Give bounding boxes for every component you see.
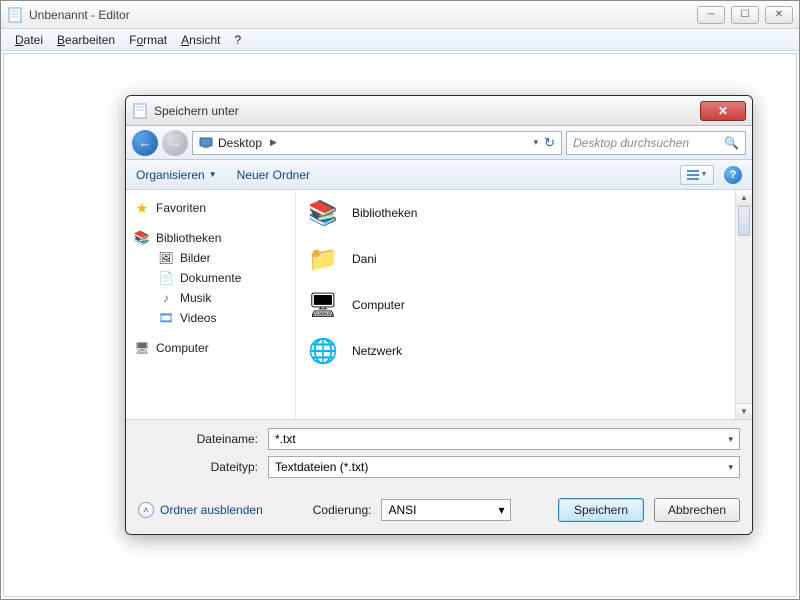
- scroll-down-button[interactable]: ▼: [736, 403, 752, 419]
- save-button[interactable]: Speichern: [558, 498, 644, 522]
- search-icon: 🔍: [724, 136, 739, 150]
- nav-musik[interactable]: ♪Musik: [130, 288, 291, 308]
- dialog-body: ★Favoriten 📚Bibliotheken 🖼Bilder 📄Dokume…: [126, 190, 752, 420]
- minimize-button[interactable]: ─: [697, 6, 725, 24]
- libraries-icon: 📚: [306, 196, 340, 230]
- nav-bilder[interactable]: 🖼Bilder: [130, 248, 291, 268]
- dialog-title: Speichern unter: [154, 104, 700, 118]
- toolbar: Organisieren ▼ Neuer Ordner ▼ ?: [126, 160, 752, 190]
- view-button[interactable]: ▼: [680, 165, 714, 185]
- scrollbar-vertical[interactable]: ▲ ▼: [735, 190, 752, 419]
- desktop-crumb[interactable]: Desktop: [195, 136, 266, 150]
- chevron-down-icon[interactable]: ▾: [534, 137, 539, 148]
- network-icon: 🌐: [306, 334, 340, 368]
- forward-button[interactable]: →: [162, 130, 188, 156]
- nav-videos[interactable]: 🎞Videos: [130, 308, 291, 328]
- new-folder-button[interactable]: Neuer Ordner: [237, 168, 310, 182]
- file-fields: Dateiname: *.txt ▾ Dateityp: Textdateien…: [126, 420, 752, 488]
- content-pane[interactable]: 📚 Bibliotheken 📁 Dani 🖥 Computer 🌐 Netzw…: [296, 190, 752, 419]
- chevron-down-icon[interactable]: ▾: [728, 434, 733, 445]
- address-bar[interactable]: Desktop ▶ ▾ ↻: [192, 131, 562, 155]
- scroll-thumb[interactable]: [738, 206, 750, 236]
- titlebar: Unbenannt - Editor ─ ☐ ✕: [1, 1, 799, 29]
- dialog-titlebar: Speichern unter ✕: [126, 96, 752, 126]
- filename-input[interactable]: *.txt ▾: [268, 428, 740, 450]
- chevron-right-icon[interactable]: ▶: [270, 137, 277, 148]
- nav-libraries[interactable]: 📚Bibliotheken: [130, 228, 291, 248]
- cancel-button[interactable]: Abbrechen: [654, 498, 740, 522]
- nav-dokumente[interactable]: 📄Dokumente: [130, 268, 291, 288]
- hide-folders-link[interactable]: ˄ Ordner ausblenden: [138, 502, 263, 518]
- filetype-select[interactable]: Textdateien (*.txt) ▾: [268, 456, 740, 478]
- pictures-icon: 🖼: [158, 250, 174, 266]
- search-placeholder: Desktop durchsuchen: [573, 136, 689, 150]
- computer-icon: 🖥: [134, 340, 150, 356]
- menu-help[interactable]: ?: [229, 31, 248, 49]
- menu-bearbeiten[interactable]: Bearbeiten: [51, 31, 121, 49]
- list-item[interactable]: 🖥 Computer: [296, 282, 752, 328]
- list-item[interactable]: 📁 Dani: [296, 236, 752, 282]
- computer-icon: 🖥: [306, 288, 340, 322]
- save-as-dialog: Speichern unter ✕ ← → Desktop ▶ ▾ ↻ Desk…: [125, 95, 753, 535]
- nav-favorites[interactable]: ★Favoriten: [130, 198, 291, 218]
- filetype-label: Dateityp:: [138, 460, 268, 474]
- videos-icon: 🎞: [158, 310, 174, 326]
- notepad-icon: [7, 7, 23, 23]
- maximize-button[interactable]: ☐: [731, 6, 759, 24]
- search-input[interactable]: Desktop durchsuchen 🔍: [566, 131, 746, 155]
- nav-bar: ← → Desktop ▶ ▾ ↻ Desktop durchsuchen 🔍: [126, 126, 752, 160]
- back-button[interactable]: ←: [132, 130, 158, 156]
- encoding-label: Codierung:: [313, 503, 372, 517]
- user-folder-icon: 📁: [306, 242, 340, 276]
- scroll-up-button[interactable]: ▲: [736, 190, 752, 206]
- documents-icon: 📄: [158, 270, 174, 286]
- music-icon: ♪: [158, 290, 174, 306]
- organize-menu[interactable]: Organisieren ▼: [136, 168, 217, 182]
- menu-datei[interactable]: Datei: [9, 31, 49, 49]
- close-button[interactable]: ✕: [765, 6, 793, 24]
- chevron-down-icon[interactable]: ▾: [728, 462, 733, 473]
- menubar: Datei Bearbeiten Format Ansicht ?: [1, 29, 799, 51]
- menu-ansicht[interactable]: Ansicht: [175, 31, 226, 49]
- menu-format[interactable]: Format: [123, 31, 173, 49]
- nav-computer[interactable]: 🖥Computer: [130, 338, 291, 358]
- notepad-icon: [132, 103, 148, 119]
- window-controls: ─ ☐ ✕: [697, 6, 793, 24]
- libraries-icon: 📚: [134, 230, 150, 246]
- list-item[interactable]: 🌐 Netzwerk: [296, 328, 752, 374]
- star-icon: ★: [134, 200, 150, 216]
- chevron-down-icon[interactable]: ▾: [498, 503, 504, 517]
- refresh-icon[interactable]: ↻: [544, 135, 555, 151]
- navigation-pane: ★Favoriten 📚Bibliotheken 🖼Bilder 📄Dokume…: [126, 190, 296, 419]
- chevron-up-icon: ˄: [138, 502, 154, 518]
- window-title: Unbenannt - Editor: [29, 8, 697, 22]
- filename-label: Dateiname:: [138, 432, 268, 446]
- encoding-select[interactable]: ANSI ▾: [381, 499, 511, 521]
- dialog-footer: ˄ Ordner ausblenden Codierung: ANSI ▾ Sp…: [126, 488, 752, 534]
- dialog-close-button[interactable]: ✕: [700, 101, 746, 121]
- help-button[interactable]: ?: [724, 166, 742, 184]
- list-item[interactable]: 📚 Bibliotheken: [296, 190, 752, 236]
